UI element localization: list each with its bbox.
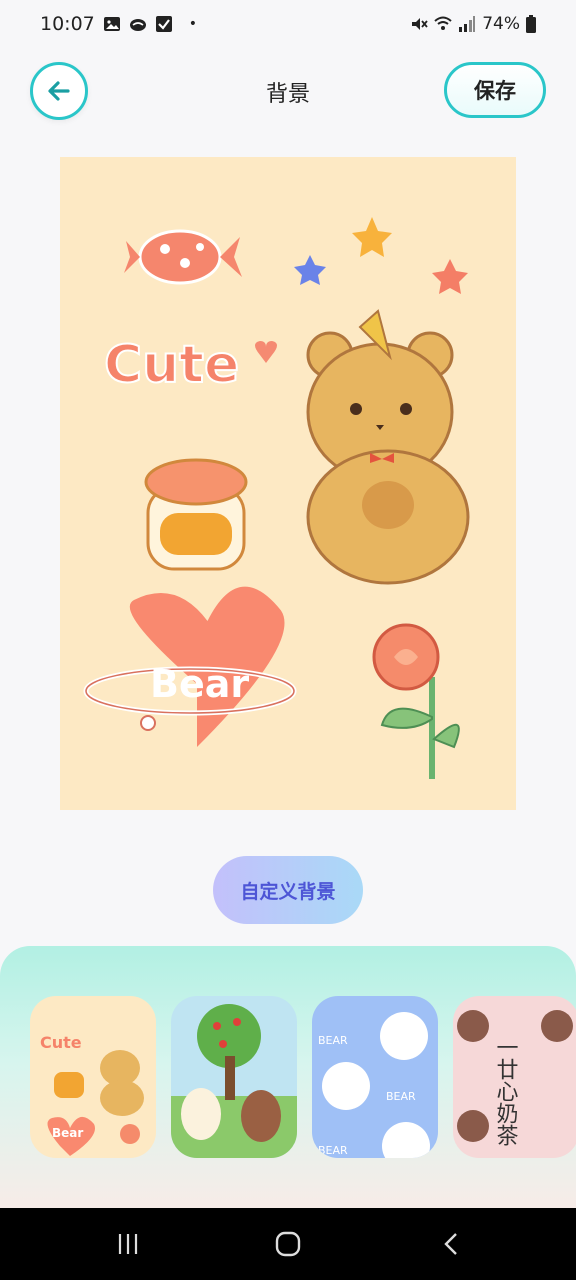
svg-text:BEAR: BEAR (318, 1034, 348, 1047)
status-time: 10:07 (40, 13, 95, 35)
cute-text: Cute (104, 335, 239, 395)
battery-icon (526, 15, 536, 33)
checkbox-icon (155, 16, 172, 32)
candy-sticker (124, 229, 242, 285)
home-icon (275, 1231, 301, 1257)
custom-background-button[interactable]: 自定义背景 (213, 856, 363, 924)
svg-text:Cute: Cute (40, 1033, 82, 1052)
svg-text:Bear: Bear (52, 1126, 83, 1140)
status-right: 74% (410, 14, 536, 34)
back-nav-icon (444, 1233, 457, 1255)
background-preview: Cute Bear (60, 157, 516, 810)
status-bar: 10:07 • 74% (0, 0, 576, 48)
honey-jar-sticker (144, 458, 248, 571)
svg-text:BEAR: BEAR (386, 1090, 416, 1103)
bear-sticker (306, 309, 470, 585)
thumbnail-bears-tree[interactable] (171, 996, 297, 1158)
cloud-icon (129, 19, 146, 31)
recent-apps-button[interactable] (100, 1208, 156, 1280)
save-button[interactable]: 保存 (444, 62, 546, 118)
bear-text: Bear (150, 662, 249, 706)
svg-text:一廿心奶茶: 一廿心奶茶 (493, 1036, 519, 1146)
status-dot: • (188, 16, 198, 32)
thumbnail-bear-pattern[interactable]: BEAR BEAR BEAR (312, 996, 438, 1158)
thumbnail-panel: Cute Bear BEAR BEAR BEAR 一廿心奶茶 (0, 946, 576, 1208)
home-button[interactable] (260, 1208, 316, 1280)
thumbnail-list: Cute Bear BEAR BEAR BEAR 一廿心奶茶 (30, 996, 576, 1158)
navigation-bar (0, 1208, 576, 1280)
mute-icon (412, 18, 428, 30)
preview-illustration: Cute Bear (83, 217, 470, 779)
heart-sticker (255, 341, 277, 363)
signal-icon (459, 16, 476, 32)
header: 背景 保存 (0, 60, 576, 122)
star-sticker (432, 259, 468, 294)
thumbnail-cute-bear[interactable]: Cute Bear (30, 996, 156, 1158)
gallery-icon (103, 17, 120, 31)
recent-apps-icon (118, 1234, 138, 1254)
star-sticker (352, 217, 392, 257)
heart-bear-sticker: Bear (83, 586, 297, 747)
svg-text:BEAR: BEAR (318, 1144, 348, 1157)
battery-percent: 74% (482, 14, 520, 34)
star-sticker (294, 255, 326, 285)
back-nav-button[interactable] (424, 1208, 480, 1280)
wifi-icon (434, 16, 452, 30)
rose-sticker (372, 623, 460, 779)
status-left: 10:07 • (40, 13, 197, 35)
thumbnail-milk-tea[interactable]: 一廿心奶茶 (453, 996, 576, 1158)
